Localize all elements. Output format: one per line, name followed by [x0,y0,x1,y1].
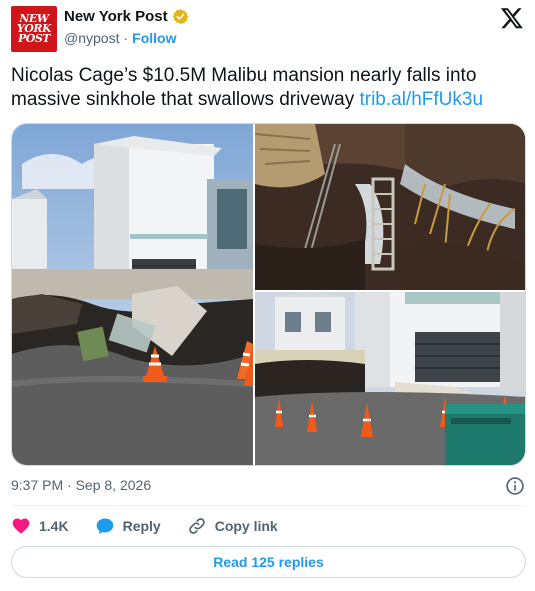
name-row: New York Post [64,8,189,25]
meta-separator: · [67,477,72,493]
copy-link-label: Copy link [214,518,278,534]
tweet-time: 9:37 PM [11,477,64,493]
photo-street-cones[interactable] [255,292,525,465]
info-icon[interactable] [505,476,525,496]
reply-bubble-icon [96,518,113,534]
account-name[interactable]: New York Post [64,8,168,25]
verified-badge-icon [172,9,188,24]
handle-row: @nypost · Follow [64,30,176,46]
tweet-header: NEW YORK POST New York Post @nypost · Fo… [11,6,526,52]
divider [11,505,526,506]
follow-button[interactable]: Follow [132,30,176,46]
logo-line-3: POST [18,32,50,45]
tweet-link[interactable]: trib.al/hFfUk3u [359,89,483,110]
media-grid[interactable] [11,123,526,466]
reply-button[interactable]: Reply [95,516,161,536]
like-button[interactable]: 1.4K [11,516,69,536]
action-bar: 1.4K Reply Copy link [11,514,278,538]
heart-icon [12,518,30,534]
like-count: 1.4K [39,518,69,534]
tweet-text: Nicolas Cage’s $10.5M Malibu mansion nea… [11,64,523,112]
tweet-date: Sep 8, 2026 [75,477,152,493]
handle-separator: · [123,30,129,46]
account-handle[interactable]: @nypost [64,30,119,46]
tweet-timestamp[interactable]: 9:37 PM · Sep 8, 2026 [11,477,151,493]
read-replies-button[interactable]: Read 125 replies [11,546,526,578]
photo-mansion-sinkhole[interactable] [12,124,253,465]
photo-broken-pipe[interactable] [255,124,525,290]
copy-link-button[interactable]: Copy link [187,516,278,536]
x-logo-icon[interactable] [500,6,524,30]
link-icon [188,518,205,534]
avatar[interactable]: NEW YORK POST [11,6,57,52]
reply-label: Reply [122,518,161,534]
